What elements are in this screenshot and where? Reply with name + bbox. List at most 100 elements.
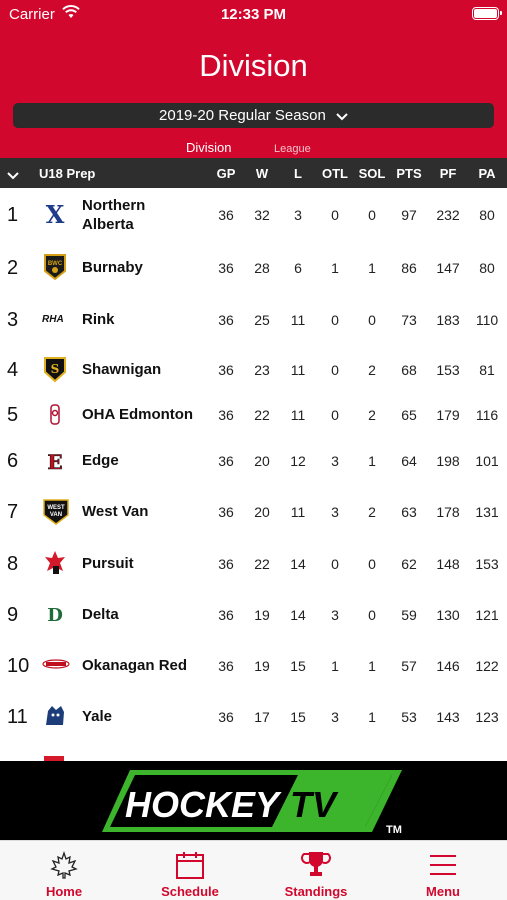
table-row[interactable]: 8 Pursuit 36 22 14 0 0 62 148 153 bbox=[0, 537, 507, 587]
row-rank: 8 bbox=[7, 553, 19, 575]
team-name: Northern Alberta bbox=[82, 196, 145, 234]
team-name-line: OHA Edmonton bbox=[82, 406, 194, 423]
team-name-line: Edge bbox=[82, 452, 119, 469]
hockeytv-ad-banner[interactable]: HOCKEY TV TM bbox=[0, 761, 507, 840]
status-time: 12:33 PM bbox=[220, 6, 287, 23]
team-name-line: Rink bbox=[82, 311, 115, 328]
tab-league[interactable]: League bbox=[274, 143, 311, 155]
table-row[interactable]: 4 S Shawnigan 36 23 11 0 2 68 153 81 bbox=[0, 344, 507, 394]
stat-otl: 3 bbox=[331, 607, 339, 623]
team-name-line: Delta bbox=[82, 606, 119, 623]
division-name[interactable]: U18 Prep bbox=[39, 166, 95, 181]
tab-schedule[interactable]: Schedule bbox=[135, 841, 245, 900]
tab-menu[interactable]: Menu bbox=[388, 841, 498, 900]
menu-icon bbox=[430, 855, 456, 875]
svg-text:BWC: BWC bbox=[48, 261, 63, 267]
stat-pts: 62 bbox=[401, 556, 417, 572]
team-name: Pursuit bbox=[82, 554, 134, 573]
west-van-logo: WEST VAN bbox=[42, 497, 69, 525]
stat-pa: 116 bbox=[475, 407, 499, 423]
table-row[interactable]: 6 E Edge 36 20 12 3 1 64 198 101 bbox=[0, 437, 507, 487]
table-row[interactable]: 10 Okanagan Red 36 19 15 1 1 57 146 122 bbox=[0, 640, 507, 690]
stat-otl: 3 bbox=[331, 504, 339, 520]
svg-text:D: D bbox=[47, 605, 63, 626]
shawnigan-logo: S bbox=[42, 355, 68, 383]
row-rank: 7 bbox=[7, 501, 19, 523]
stat-w: 20 bbox=[254, 504, 270, 520]
stat-otl: 1 bbox=[331, 260, 339, 276]
calendar-icon bbox=[176, 852, 204, 879]
stat-pts: 63 bbox=[401, 504, 417, 520]
stat-pf: 130 bbox=[436, 607, 460, 623]
team-name: Rink bbox=[82, 310, 115, 329]
stat-pf: 153 bbox=[436, 362, 460, 378]
stat-pa: 110 bbox=[475, 312, 499, 328]
page-title: Division bbox=[199, 48, 308, 83]
table-row[interactable]: 5 OHA Edmonton 36 22 11 0 2 65 179 116 bbox=[0, 391, 507, 441]
row-rank: 6 bbox=[7, 450, 19, 472]
table-row[interactable]: 2 BWC Burnaby 36 28 6 1 1 86 147 80 bbox=[0, 242, 507, 292]
row-rank: 9 bbox=[7, 604, 19, 626]
table-row[interactable]: 11 Yale 36 17 15 3 1 53 143 123 bbox=[0, 691, 507, 741]
stat-w: 22 bbox=[254, 556, 270, 572]
stat-gp: 36 bbox=[218, 362, 234, 378]
stat-gp: 36 bbox=[218, 658, 234, 674]
pursuit-logo bbox=[42, 549, 68, 575]
stat-otl: 3 bbox=[331, 453, 339, 469]
oha-edmonton-logo bbox=[42, 402, 68, 428]
stat-otl: 0 bbox=[331, 362, 339, 378]
row-rank: 5 bbox=[7, 404, 19, 426]
stat-otl: 1 bbox=[331, 658, 339, 674]
team-name: OHA Edmonton bbox=[82, 405, 193, 424]
team-name: Edge bbox=[82, 451, 119, 470]
stat-pf: 183 bbox=[436, 312, 460, 328]
svg-text:WEST: WEST bbox=[47, 505, 65, 511]
stat-pa: 121 bbox=[475, 607, 499, 623]
stat-w: 17 bbox=[254, 709, 270, 725]
tab-division[interactable]: Division bbox=[186, 140, 232, 155]
row-rank: 3 bbox=[7, 309, 19, 331]
column-header-w: W bbox=[255, 166, 269, 181]
table-row[interactable]: 7 WEST VAN West Van 36 20 11 3 2 63 178 1… bbox=[0, 486, 507, 536]
standings-header: U18 Prep GP W L OTL SOL PTS PF PA bbox=[0, 158, 507, 188]
stat-sol: 0 bbox=[368, 312, 376, 328]
svg-text:VAN: VAN bbox=[50, 512, 62, 518]
table-row[interactable]: 9 D Delta 36 19 14 3 0 59 130 121 bbox=[0, 588, 507, 638]
northern-alberta-x-logo: X bbox=[42, 200, 68, 229]
stat-sol: 1 bbox=[368, 453, 376, 469]
table-row[interactable]: 1 X Northern Alberta 36 32 3 0 0 97 232 … bbox=[0, 190, 507, 240]
stat-pa: 80 bbox=[479, 207, 495, 223]
column-header-otl: OTL bbox=[322, 166, 348, 181]
stat-gp: 36 bbox=[218, 504, 234, 520]
hockeytv-logo: HOCKEY TV TM bbox=[102, 770, 402, 836]
row-rank: 11 bbox=[7, 706, 28, 728]
collapse-chevron-icon[interactable] bbox=[7, 168, 19, 183]
stat-pts: 64 bbox=[401, 453, 417, 469]
stat-sol: 0 bbox=[368, 607, 376, 623]
column-header-sol: SOL bbox=[358, 166, 386, 181]
stat-pf: 198 bbox=[436, 453, 460, 469]
stat-l: 6 bbox=[294, 260, 302, 276]
season-selector[interactable]: 2019-20 Regular Season bbox=[13, 103, 494, 128]
stat-w: 22 bbox=[254, 407, 270, 423]
stat-gp: 36 bbox=[218, 709, 234, 725]
table-row[interactable]: 3 RHA Rink 36 25 11 0 0 73 183 110 bbox=[0, 293, 507, 343]
okanagan-logo bbox=[42, 653, 70, 679]
stat-w: 32 bbox=[254, 207, 270, 223]
hockeytv-logo-tv: TV bbox=[290, 784, 339, 825]
tab-standings[interactable]: Standings bbox=[261, 841, 371, 900]
tab-home[interactable]: Home bbox=[9, 841, 119, 900]
stat-sol: 2 bbox=[368, 407, 376, 423]
team-name: Shawnigan bbox=[82, 360, 161, 379]
stat-l: 12 bbox=[290, 453, 306, 469]
stat-otl: 0 bbox=[331, 207, 339, 223]
stat-w: 25 bbox=[254, 312, 270, 328]
stat-otl: 0 bbox=[331, 556, 339, 572]
row-rank: 4 bbox=[7, 359, 19, 381]
team-name-line: Pursuit bbox=[82, 555, 134, 572]
stat-otl: 0 bbox=[331, 407, 339, 423]
column-header-pa: PA bbox=[478, 166, 496, 181]
stat-w: 19 bbox=[254, 607, 270, 623]
stat-pts: 53 bbox=[401, 709, 417, 725]
stat-l: 15 bbox=[290, 709, 306, 725]
